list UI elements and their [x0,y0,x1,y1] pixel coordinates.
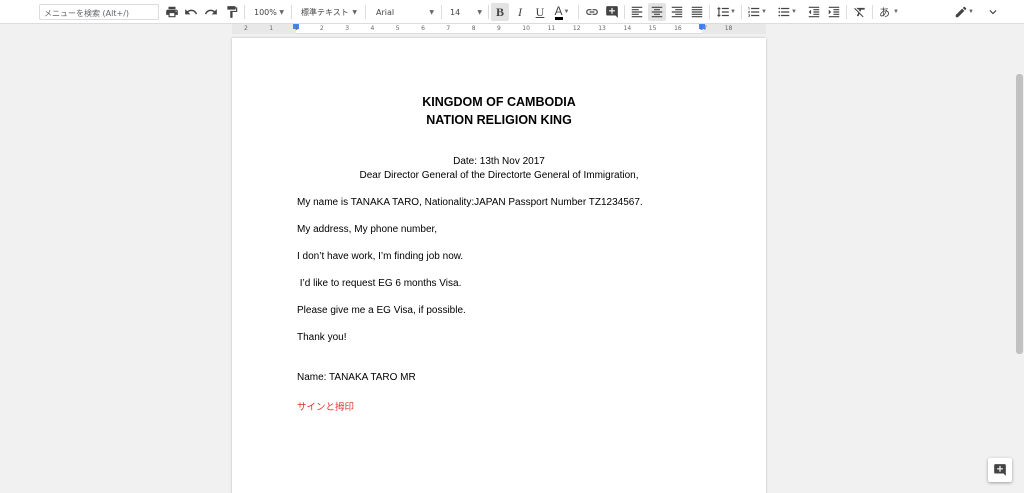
chevron-down-icon: ▼ [563,9,570,15]
zoom-value: 100% [254,7,277,17]
chevron-down-icon: ▼ [893,9,899,15]
doc-paragraph: I don’t have work, I’m finding job now. [297,251,464,262]
toolbar-separator [488,5,489,19]
font-size-dropdown[interactable]: 14 ▼ [446,3,484,21]
doc-title-line2: NATION RELIGION KING [426,113,572,127]
align-justify-icon[interactable] [688,3,706,21]
ruler-left-margin [232,24,296,34]
decrease-indent-icon[interactable] [805,3,823,21]
numbered-list-icon[interactable]: ▼ [745,3,769,21]
add-comment-icon [994,464,1006,476]
toolbar-separator [846,5,847,19]
doc-paragraph: Thank you! [297,332,347,343]
toolbar-separator [244,5,245,19]
ruler-number: 1 [294,25,299,32]
menu-search-input[interactable]: メニューを検索 (Alt+/) [39,4,159,20]
format-toolbar: メニューを検索 (Alt+/) 100% ▼ 標準テキスト ▼ Arial ▼ … [0,0,1024,24]
doc-date: Date: 13th Nov 2017 [453,156,545,167]
underline-button[interactable]: U [531,3,549,21]
input-tools-icon: あ [879,6,891,19]
ruler-number: 12 [572,25,581,32]
ruler-number: 5 [395,25,400,32]
doc-paragraph: Please give me a EG Visa, if possible. [297,305,466,316]
toolbar-separator [291,5,292,19]
paint-format-icon[interactable] [223,3,241,21]
link-icon[interactable] [583,3,601,21]
toolbar-separator [365,5,366,19]
zoom-dropdown[interactable]: 100% ▼ [250,3,286,21]
align-left-icon[interactable] [628,3,646,21]
ruler-number: 14 [623,25,632,32]
doc-paragraph: I’d like to request EG 6 months Visa. [297,278,462,289]
line-spacing-icon[interactable]: ▼ [714,3,738,21]
horizontal-ruler[interactable]: 2 1 1 2 3 4 5 6 7 8 9 10 11 12 13 14 15 16 17 18 [232,24,766,34]
align-center-icon[interactable] [648,3,666,21]
undo-icon[interactable] [182,3,200,21]
ruler-number: 17 [699,25,708,32]
toolbar-separator [578,5,579,19]
add-comment-button[interactable] [988,458,1012,482]
bold-button[interactable]: B [491,3,509,21]
toolbar-separator [441,5,442,19]
ruler-number: 16 [674,25,682,32]
doc-title-line1: KINGDOM OF CAMBODIA [422,95,576,109]
ruler-number: 2 [244,25,248,32]
doc-paragraph: My name is TANAKA TARO, Nationality:JAPA… [297,197,643,208]
bulleted-list-icon[interactable]: ▼ [775,3,799,21]
chevron-down-icon: ▼ [477,8,482,16]
redo-icon[interactable] [202,3,220,21]
style-dropdown[interactable]: 標準テキスト ▼ [297,3,359,21]
collapse-toolbar-icon[interactable] [984,3,1002,21]
input-tools-button[interactable]: あ ▼ [876,3,902,21]
doc-name-line: Name: TANAKA TARO MR [297,372,416,383]
scrollbar-thumb[interactable] [1016,74,1023,354]
ruler-right-margin [702,24,766,34]
increase-indent-icon[interactable] [825,3,843,21]
chevron-down-icon: ▼ [730,9,736,15]
text-color-icon: A [554,3,563,20]
italic-button[interactable]: I [511,3,529,21]
toolbar-separator [624,5,625,19]
font-dropdown[interactable]: Arial ▼ [372,3,436,21]
print-icon[interactable] [163,3,181,21]
document-page[interactable]: KINGDOM OF CAMBODIA NATION RELIGION KING… [232,38,766,493]
ruler-number: 3 [345,25,350,32]
chevron-down-icon: ▼ [791,9,797,15]
editing-mode-button[interactable]: ▼ [952,3,976,21]
ruler-number: 18 [724,25,733,32]
chevron-down-icon: ▼ [279,8,284,16]
style-value: 標準テキスト [301,7,349,17]
doc-signature-note: サインと拇印 [297,402,355,413]
ruler-number: 4 [370,25,375,32]
ruler-number: 2 [319,25,324,32]
ruler-number: 15 [648,25,657,32]
toolbar-separator [741,5,742,19]
text-color-button[interactable]: A ▼ [551,3,573,21]
doc-salutation: Dear Director General of the Directorte … [359,170,639,181]
align-right-icon[interactable] [668,3,686,21]
ruler-number: 13 [598,25,606,32]
font-value: Arial [376,7,395,17]
chevron-down-icon: ▼ [968,9,974,15]
toolbar-separator [872,5,873,19]
chevron-down-icon: ▼ [429,8,434,16]
chevron-down-icon: ▼ [761,9,767,15]
ruler-number: 11 [547,25,556,32]
ruler-number: 1 [269,25,274,32]
doc-paragraph: My address, My phone number, [297,224,438,235]
clear-formatting-icon[interactable] [851,3,869,21]
add-comment-icon[interactable] [603,3,621,21]
vertical-scrollbar[interactable] [1014,34,1024,493]
toolbar-separator [709,5,710,19]
ruler-number: 8 [471,25,476,32]
ruler-number: 10 [522,25,530,32]
ruler-number: 9 [497,25,501,32]
chevron-down-icon: ▼ [352,8,357,16]
font-size-value: 14 [450,7,461,17]
ruler-number: 7 [446,25,451,32]
ruler-number: 6 [421,25,425,32]
